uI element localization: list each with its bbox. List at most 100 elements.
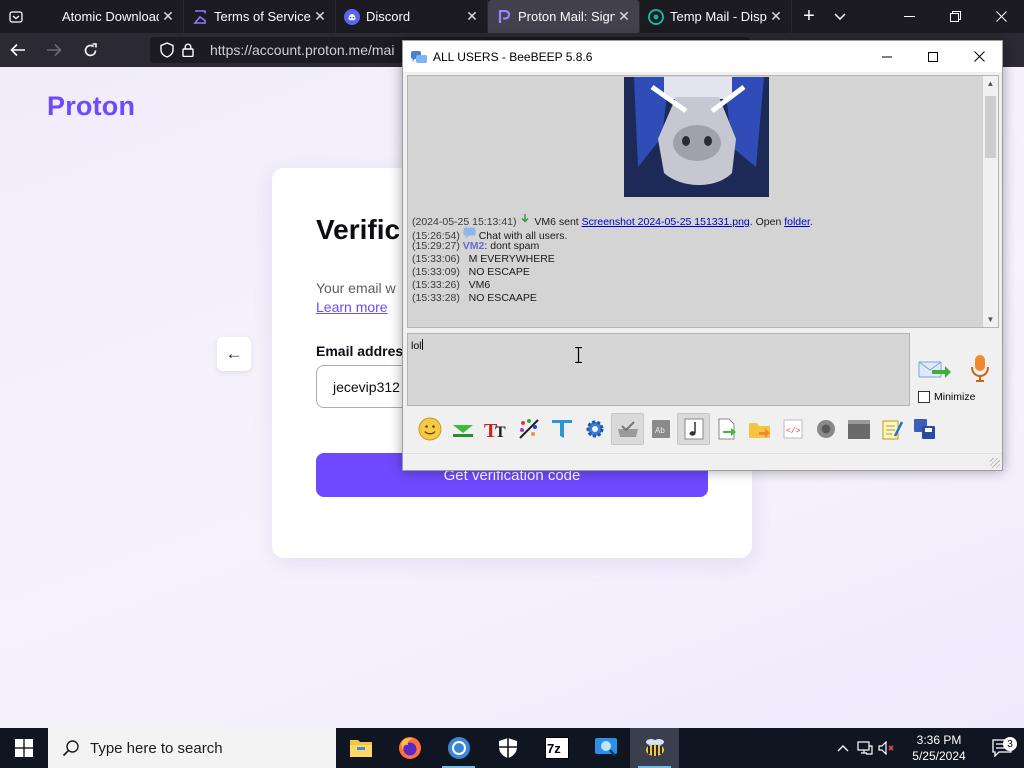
clapper-button[interactable]: [842, 413, 875, 445]
firefox-icon: [398, 737, 421, 759]
tab-atomic-downloads[interactable]: Atomic Downloads ✕: [32, 0, 184, 33]
volume-button[interactable]: [876, 741, 898, 755]
svg-text:7z: 7z: [547, 741, 561, 756]
taskbar-network-app[interactable]: [581, 728, 630, 768]
taskbar-clock[interactable]: 3:36 PM 5/25/2024: [898, 732, 980, 764]
network-status-button[interactable]: [854, 741, 876, 755]
tab-title: Discord: [366, 9, 411, 24]
tab-discord[interactable]: Discord ✕: [336, 0, 488, 33]
file-explorer-icon: [349, 740, 372, 757]
close-icon[interactable]: ✕: [463, 8, 481, 25]
bee-minimize-button[interactable]: [864, 41, 910, 72]
taskbar-security[interactable]: [483, 728, 532, 768]
taskbar-chrome[interactable]: [434, 728, 483, 768]
scroll-down-icon[interactable]: ▼: [983, 312, 998, 327]
bee-close-button[interactable]: [956, 41, 1002, 72]
close-icon[interactable]: ✕: [767, 8, 785, 25]
tab-proton-mail[interactable]: Proton Mail: Sign ✕: [488, 0, 640, 33]
message-sender[interactable]: VM2: [463, 240, 485, 252]
screenshot-file-link[interactable]: Screenshot 2024-05-25 151331.png: [582, 216, 750, 228]
taskbar-file-explorer[interactable]: [336, 728, 385, 768]
font-button[interactable]: TT: [479, 413, 512, 445]
url-text: https://account.proton.me/mai: [210, 42, 395, 58]
minimize-window-button[interactable]: [886, 0, 932, 33]
text-caret: [421, 339, 423, 350]
tab-list-button[interactable]: [0, 0, 32, 33]
emoticon-button[interactable]: [413, 413, 446, 445]
tempmail-icon: [648, 8, 664, 25]
settings-button[interactable]: [578, 413, 611, 445]
minimize-checkbox[interactable]: [918, 391, 930, 403]
spell-check-button[interactable]: [611, 413, 644, 445]
taskbar-beebeep[interactable]: [630, 728, 679, 768]
forward-button[interactable]: [36, 33, 72, 67]
lock-icon[interactable]: [182, 43, 204, 57]
send-folder-button[interactable]: [743, 413, 776, 445]
chat-history[interactable]: (2024-05-25 15:13:41) VM6 sent Screensho…: [407, 75, 999, 328]
message-text: : dont spam: [484, 240, 540, 252]
windows-taskbar: Type here to search 7z 3:36 PM 5/25/2024: [0, 728, 1024, 768]
tray-overflow-button[interactable]: [832, 744, 854, 752]
start-button[interactable]: [0, 728, 48, 768]
security-icon: [498, 738, 517, 758]
send-file-button[interactable]: [710, 413, 743, 445]
close-window-button[interactable]: [978, 0, 1024, 33]
screenshot-button[interactable]: [809, 413, 842, 445]
beebeep-window: ALL USERS - BeeBEEP 5.8.6 (2024-05-25 15…: [402, 40, 1003, 471]
beebeep-icon: [645, 739, 664, 756]
nudge-button[interactable]: [446, 413, 479, 445]
network-icon: [857, 741, 873, 755]
code-button[interactable]: </>: [776, 413, 809, 445]
taskbar-7zip[interactable]: 7z: [532, 728, 581, 768]
compose-text: lol: [411, 340, 422, 352]
browser-tab-bar: Atomic Downloads ✕ Terms of Service ✕ Di…: [0, 0, 1024, 33]
proton-logo[interactable]: Proton: [47, 91, 135, 122]
sound-button[interactable]: [677, 413, 710, 445]
search-icon: [62, 739, 80, 757]
chat-message-system: (15:26:54) Chat with all users.: [412, 227, 813, 242]
reload-button[interactable]: [72, 33, 108, 67]
new-tab-button[interactable]: +: [792, 0, 826, 33]
taskbar-search-box[interactable]: Type here to search: [48, 728, 336, 768]
beebeep-title-bar[interactable]: ALL USERS - BeeBEEP 5.8.6: [403, 41, 1002, 72]
shared-screenshot-image[interactable]: [624, 77, 769, 197]
back-button[interactable]: [0, 33, 36, 67]
smiley-icon: [418, 417, 441, 441]
dictionary-button[interactable]: Ab: [644, 413, 677, 445]
save-chat-button[interactable]: [908, 413, 941, 445]
clapperboard-icon: [847, 420, 870, 439]
action-center-button[interactable]: 3: [980, 737, 1024, 757]
close-icon[interactable]: ✕: [615, 8, 633, 25]
tab-temp-mail[interactable]: Temp Mail - Dispo ✕: [640, 0, 792, 33]
volume-muted-icon: [878, 741, 894, 755]
list-all-tabs-button[interactable]: [826, 0, 854, 33]
tab-terms-of-service[interactable]: Terms of Service ✕: [184, 0, 336, 33]
learn-more-link[interactable]: Learn more: [316, 299, 388, 315]
message-text: VM6: [468, 279, 491, 291]
open-folder-link[interactable]: folder: [784, 216, 810, 228]
close-icon[interactable]: ✕: [311, 8, 329, 25]
message-compose-input[interactable]: lol: [407, 333, 910, 406]
bee-maximize-button[interactable]: [910, 41, 956, 72]
send-message-button[interactable]: [918, 355, 952, 385]
notes-button[interactable]: [875, 413, 908, 445]
clock-date: 5/25/2024: [912, 749, 966, 763]
filter-button[interactable]: [545, 413, 578, 445]
close-icon[interactable]: ✕: [159, 8, 177, 25]
beebeep-window-controls: [864, 41, 1002, 72]
beebeep-window-title: ALL USERS - BeeBEEP 5.8.6: [433, 49, 593, 64]
voice-message-button[interactable]: [969, 353, 991, 383]
taskbar-firefox[interactable]: [385, 728, 434, 768]
resize-grip[interactable]: [990, 458, 1000, 468]
scrollbar-thumb[interactable]: [985, 96, 996, 158]
close-icon: [995, 11, 1007, 22]
restore-window-button[interactable]: [932, 0, 978, 33]
font-color-button[interactable]: [512, 413, 545, 445]
message-text: . Open: [749, 216, 782, 228]
book-icon: Ab: [651, 420, 670, 438]
chat-scrollbar[interactable]: ▲ ▼: [982, 76, 998, 327]
shield-icon[interactable]: [160, 42, 182, 58]
scroll-up-icon[interactable]: ▲: [983, 76, 998, 91]
chat-message: (15:33:06) M EVERYWHERE: [412, 253, 813, 266]
back-step-button[interactable]: ←: [217, 337, 251, 371]
